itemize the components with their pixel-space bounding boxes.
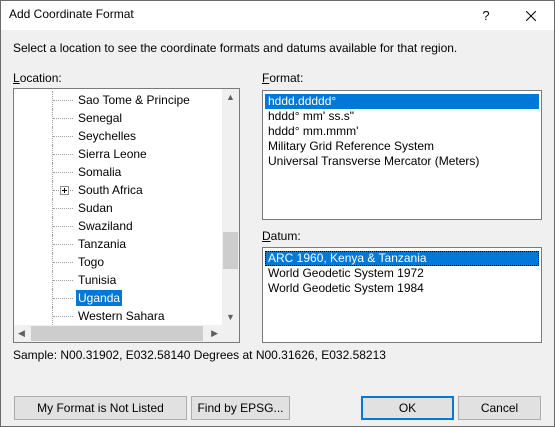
tree-branch-line (53, 118, 73, 119)
tree-item[interactable]: Senegal (14, 109, 222, 127)
tree-item-label: Sudan (78, 201, 113, 215)
datum-listbox[interactable]: ARC 1960, Kenya & Tanzania World Geodetic… (262, 247, 542, 343)
format-list-items: hddd.ddddd° hddd° mm' ss.s" hddd° mm.mmm' M… (263, 94, 541, 169)
tree-item-label: Western Sahara (78, 309, 165, 323)
location-vertical-scrollbar[interactable]: ▲ ▼ (222, 89, 239, 325)
tree-item-label: Uganda (76, 290, 123, 306)
format-list-item[interactable]: hddd.ddddd° (265, 94, 539, 109)
location-horizontal-scrollbar[interactable]: ◀ ▶ (14, 325, 222, 342)
datum-list-item[interactable]: World Geodetic System 1984 (265, 281, 539, 296)
tree-item-label: Swaziland (78, 219, 133, 233)
tree-branch-line (53, 154, 73, 155)
ok-button[interactable]: OK (361, 396, 454, 420)
tree-item[interactable]: Sao Tome & Principe (14, 91, 222, 109)
tree-branch-line (53, 172, 73, 173)
scroll-down-icon[interactable]: ▼ (226, 312, 235, 322)
tree-item-label: Seychelles (78, 129, 137, 143)
tree-branch-line (53, 136, 73, 137)
my-format-not-listed-button[interactable]: My Format is Not Listed (14, 396, 187, 420)
sample-text: Sample: N00.31902, E032.58140 Degrees at… (13, 348, 386, 362)
close-icon (526, 10, 536, 21)
format-listbox[interactable]: hddd.ddddd° hddd° mm' ss.s" hddd° mm.mmm' M… (262, 90, 542, 220)
datum-list-items: ARC 1960, Kenya & Tanzania World Geodetic… (263, 251, 541, 296)
tree-item[interactable]: Tunisia (14, 271, 222, 289)
format-list-item[interactable]: hddd° mm.mmm' (265, 124, 539, 139)
scroll-left-icon[interactable]: ◀ (18, 328, 25, 339)
datum-label: Datum: (262, 229, 301, 243)
tree-branch-line (53, 316, 73, 317)
tree-branch-line (53, 100, 73, 101)
tree-item-label: Somalia (78, 165, 122, 179)
tree-item[interactable]: Sudan (14, 199, 222, 217)
format-label: Format: (262, 71, 304, 85)
tree-item[interactable]: Swaziland (14, 217, 222, 235)
tree-branch-line (53, 298, 73, 299)
location-tree[interactable]: Sao Tome & Principe Senegal Seychelles Sier… (13, 88, 240, 343)
title-bar[interactable]: Add Coordinate Format ? (1, 1, 554, 30)
find-by-epsg-button[interactable]: Find by EPSG... (191, 396, 290, 420)
tree-item[interactable]: Tanzania (14, 235, 222, 253)
tree-branch-line (53, 226, 73, 227)
tree-item[interactable]: Somalia (14, 163, 222, 181)
tree-item[interactable]: Uganda (14, 289, 222, 307)
tree-item-label: Senegal (78, 111, 123, 125)
location-tree-items: Sao Tome & Principe Senegal Seychelles Sier… (14, 91, 222, 325)
horizontal-scroll-thumb[interactable] (31, 326, 203, 341)
tree-branch-line (53, 280, 73, 281)
tree-item[interactable]: Western Sahara (14, 307, 222, 325)
instruction-text: Select a location to see the coordinate … (13, 41, 458, 55)
format-list-item[interactable]: Military Grid Reference System (265, 139, 539, 154)
tree-item[interactable]: South Africa (14, 181, 222, 199)
tree-branch-line (53, 208, 73, 209)
cancel-button[interactable]: Cancel (458, 396, 541, 420)
tree-item[interactable]: Sierra Leone (14, 145, 222, 163)
add-coordinate-format-dialog: Add Coordinate Format ? Select a locatio… (0, 0, 555, 427)
tree-item-label: Sao Tome & Principe (78, 93, 190, 107)
help-button[interactable]: ? (463, 1, 509, 30)
location-label: Location: (13, 71, 62, 85)
format-list-item[interactable]: hddd° mm' ss.s" (265, 109, 539, 124)
datum-list-item[interactable]: ARC 1960, Kenya & Tanzania (265, 251, 539, 266)
tree-item-label: Tunisia (78, 273, 117, 287)
tree-branch-line (53, 244, 73, 245)
expand-plus-icon[interactable] (60, 186, 69, 195)
close-button[interactable] (508, 1, 554, 30)
tree-item-label: Togo (78, 255, 105, 269)
scrollbar-corner (222, 325, 239, 342)
tree-item[interactable]: Togo (14, 253, 222, 271)
tree-item-label: Sierra Leone (78, 147, 147, 161)
tree-item[interactable]: Seychelles (14, 127, 222, 145)
datum-list-item[interactable]: World Geodetic System 1972 (265, 266, 539, 281)
format-list-item[interactable]: Universal Transverse Mercator (Meters) (265, 154, 539, 169)
scroll-right-icon[interactable]: ▶ (211, 328, 218, 339)
vertical-scroll-thumb[interactable] (223, 232, 238, 269)
scroll-up-icon[interactable]: ▲ (226, 92, 235, 102)
tree-item-label: Tanzania (78, 237, 127, 251)
window-title: Add Coordinate Format (9, 7, 134, 21)
tree-item-label: South Africa (78, 183, 143, 197)
tree-branch-line (53, 262, 73, 263)
